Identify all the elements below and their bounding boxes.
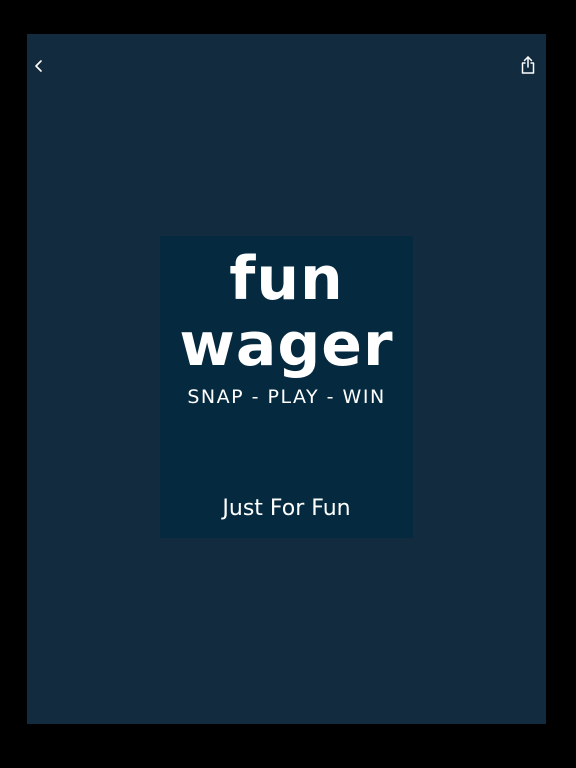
- share-icon: [521, 56, 535, 74]
- tagline: SNAP - PLAY - WIN: [187, 386, 386, 408]
- share-button[interactable]: [514, 51, 542, 79]
- splash-card: fun wager SNAP - PLAY - WIN Just For Fun: [160, 236, 413, 538]
- logo-line-wager: wager: [179, 310, 394, 380]
- app-logo: fun wager: [160, 246, 413, 378]
- chevron-left-icon: [35, 60, 42, 72]
- mode-subtitle: Just For Fun: [222, 496, 351, 521]
- app-screen: fun wager SNAP - PLAY - WIN Just For Fun: [27, 34, 546, 724]
- back-button[interactable]: [25, 52, 53, 80]
- logo-line-fun: fun: [229, 244, 344, 314]
